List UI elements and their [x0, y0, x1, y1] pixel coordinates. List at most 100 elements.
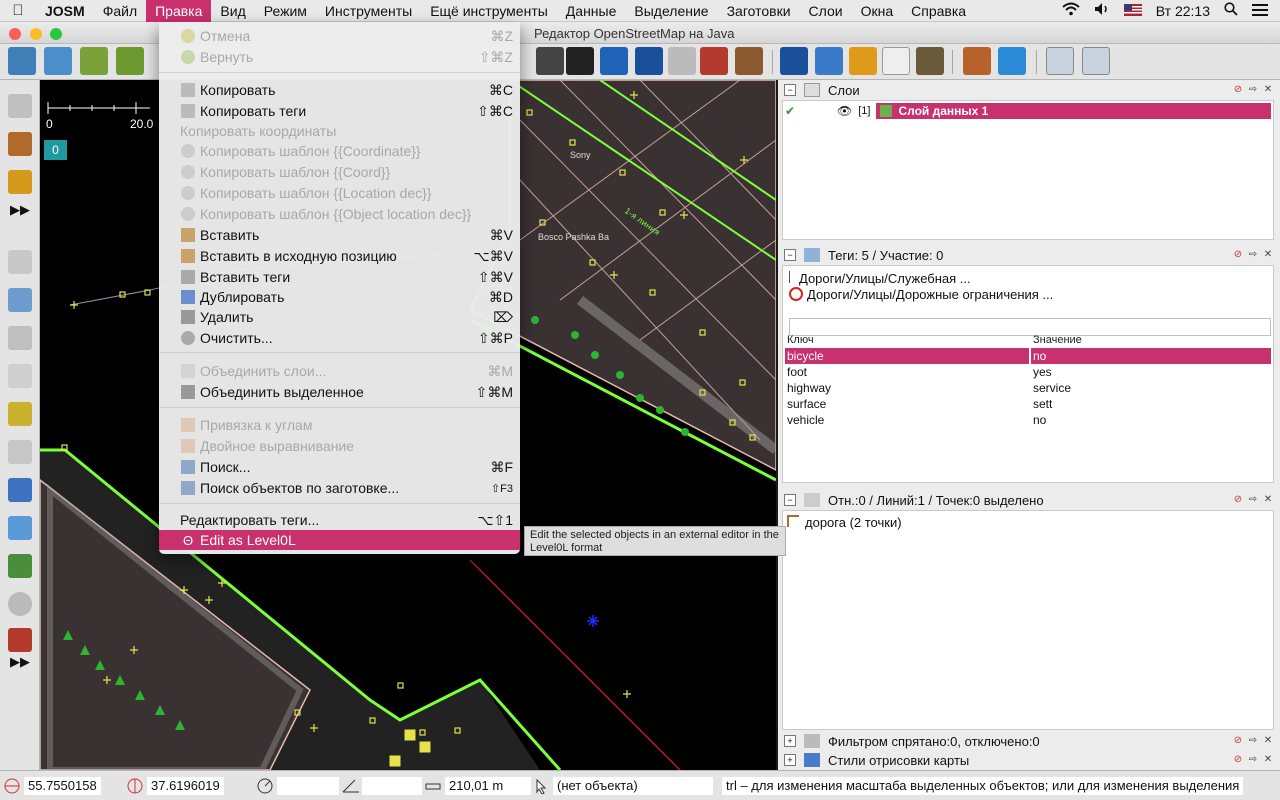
- wikipedia-icon[interactable]: [8, 592, 32, 616]
- close-panel-icon[interactable]: ⊘: [1232, 249, 1244, 261]
- flag-icon[interactable]: [1123, 3, 1142, 19]
- column-key[interactable]: Ключ: [785, 332, 1029, 348]
- menu-layers[interactable]: Слои: [800, 0, 852, 22]
- preset-parking-icon[interactable]: [635, 47, 663, 75]
- map-style-icon[interactable]: [8, 478, 32, 502]
- collapse-toggle-icon[interactable]: −: [784, 249, 796, 261]
- tag-key[interactable]: vehicle: [785, 412, 1029, 428]
- menu-item-copy-template-coord[interactable]: Копировать шаблон {{Coord}}: [159, 162, 520, 182]
- preset-waterway-icon[interactable]: [998, 47, 1026, 75]
- column-value[interactable]: Значение: [1031, 332, 1271, 348]
- menu-mode[interactable]: Режим: [255, 0, 316, 22]
- close-panel-icon[interactable]: ⊘: [1232, 754, 1244, 766]
- download-data-icon[interactable]: [116, 47, 144, 75]
- layer-row[interactable]: ✔ 👁 [1] Слой данных 1: [785, 103, 1271, 119]
- menu-item-snap-corners[interactable]: Привязка к углам: [159, 415, 520, 435]
- notification-center-icon[interactable]: [1252, 3, 1268, 19]
- close-panel-icon[interactable]: ⊘: [1232, 84, 1244, 96]
- detach-panel-icon[interactable]: ⇨: [1247, 735, 1259, 747]
- menu-item-copy-tags[interactable]: Копировать теги ⇧⌘C: [159, 101, 520, 121]
- tag-key[interactable]: bicycle: [785, 348, 1029, 364]
- tags-panel-header[interactable]: − Теги: 5 / Участие: 0 ⊘ ⇨ ✕: [784, 245, 1274, 265]
- detach-panel-icon[interactable]: ⇨: [1247, 494, 1259, 506]
- close-x-icon[interactable]: ✕: [1262, 735, 1274, 747]
- pencil-icon[interactable]: [8, 170, 32, 194]
- table-row[interactable]: foot yes: [785, 364, 1271, 380]
- menu-selection[interactable]: Выделение: [625, 0, 717, 22]
- expand-tools-icon[interactable]: ▶▶: [8, 202, 32, 226]
- lasso-select-icon[interactable]: [8, 94, 32, 118]
- detach-panel-icon[interactable]: ⇨: [1247, 249, 1259, 261]
- filter-panel-header[interactable]: + Фильтром спрятано:0, отключено:0 ⊘ ⇨ ✕: [784, 731, 1274, 751]
- tag-icon[interactable]: [8, 288, 32, 312]
- relation-icon[interactable]: [8, 326, 32, 350]
- menu-presets[interactable]: Заготовки: [718, 0, 800, 22]
- zoom-to-selection-icon[interactable]: [1046, 47, 1074, 75]
- changeset-icon[interactable]: [8, 402, 32, 426]
- menu-help[interactable]: Справка: [902, 0, 975, 22]
- tag-key[interactable]: surface: [785, 396, 1029, 412]
- detach-panel-icon[interactable]: ⇨: [1247, 754, 1259, 766]
- collapse-toggle-icon[interactable]: −: [784, 494, 796, 506]
- layer-active-check-icon[interactable]: ✔: [785, 104, 799, 118]
- menu-item-copy-template-coordinate[interactable]: Копировать шаблон {{Coordinate}}: [159, 141, 520, 161]
- zoom-to-data-icon[interactable]: [1082, 47, 1110, 75]
- table-row[interactable]: surface sett: [785, 396, 1271, 412]
- zoom-window-icon[interactable]: [50, 28, 62, 40]
- notes-icon[interactable]: [8, 516, 32, 540]
- menu-tools[interactable]: Инструменты: [316, 0, 421, 22]
- expand-toggle-icon[interactable]: +: [784, 754, 796, 766]
- menu-item-edit-as-level0l[interactable]: Θ Edit as Level0L: [159, 530, 520, 550]
- close-x-icon[interactable]: ✕: [1262, 494, 1274, 506]
- download-icon[interactable]: [80, 47, 108, 75]
- menu-app[interactable]: JOSM: [36, 0, 94, 22]
- preset-turn-restriction-icon[interactable]: [600, 47, 628, 75]
- menu-more-tools[interactable]: Ещё инструменты: [421, 0, 557, 22]
- table-row[interactable]: vehicle no: [785, 412, 1271, 428]
- save-file-icon[interactable]: [44, 47, 72, 75]
- draw-nodes-icon[interactable]: [8, 132, 32, 156]
- validation-icon[interactable]: [8, 554, 32, 578]
- menu-item-merge-selection[interactable]: Объединить выделенное ⇧⌘M: [159, 382, 520, 402]
- layer-name[interactable]: Слой данных 1: [876, 103, 1271, 119]
- preset-barrier-icon[interactable]: [668, 47, 696, 75]
- menu-item-delete[interactable]: Удалить ⌦: [159, 307, 520, 327]
- collapse-toggle-icon[interactable]: −: [784, 84, 796, 96]
- minimize-window-icon[interactable]: [30, 28, 42, 40]
- menu-data[interactable]: Данные: [557, 0, 626, 22]
- preset-address-icon[interactable]: [780, 47, 808, 75]
- menu-edit[interactable]: Правка: [146, 0, 212, 22]
- preset-link-restrictions[interactable]: Дороги/Улицы/Дорожные ограничения ...: [789, 287, 1053, 302]
- spotlight-search-icon[interactable]: [1224, 2, 1238, 19]
- table-row[interactable]: highway service: [785, 380, 1271, 396]
- close-window-icon[interactable]: [9, 28, 21, 40]
- preset-link-service[interactable]: Дороги/Улицы/Служебная ...: [789, 271, 971, 286]
- menu-item-duplicate[interactable]: Дублировать ⌘D: [159, 287, 520, 307]
- menu-item-search-preset[interactable]: Поиск объектов по заготовке... ⇧F3: [159, 478, 520, 498]
- preset-fence-icon[interactable]: [735, 47, 763, 75]
- menu-item-copy[interactable]: Копировать ⌘C: [159, 80, 520, 100]
- barcode-icon[interactable]: [8, 628, 32, 652]
- preset-railway-icon[interactable]: [566, 47, 594, 75]
- detach-panel-icon[interactable]: ⇨: [1247, 84, 1259, 96]
- preset-industrial-icon[interactable]: [916, 47, 944, 75]
- preset-wall-icon[interactable]: [700, 47, 728, 75]
- tag-key[interactable]: highway: [785, 380, 1029, 396]
- tag-value[interactable]: service: [1031, 380, 1271, 396]
- preset-shop-icon[interactable]: [849, 47, 877, 75]
- close-x-icon[interactable]: ✕: [1262, 754, 1274, 766]
- tag-value[interactable]: yes: [1031, 364, 1271, 380]
- close-panel-icon[interactable]: ⊘: [1232, 494, 1244, 506]
- eye-icon[interactable]: 👁: [837, 104, 852, 118]
- close-panel-icon[interactable]: ⊘: [1232, 735, 1244, 747]
- tag-value[interactable]: sett: [1031, 396, 1271, 412]
- volume-icon[interactable]: [1094, 2, 1110, 19]
- tag-value[interactable]: no: [1031, 348, 1271, 364]
- tag-value[interactable]: no: [1031, 412, 1271, 428]
- wifi-icon[interactable]: [1062, 2, 1080, 19]
- menu-item-undo[interactable]: Отмена ⌘Z: [159, 26, 520, 46]
- selection-list-icon[interactable]: [8, 364, 32, 388]
- menu-item-search[interactable]: Поиск... ⌘F: [159, 457, 520, 477]
- menu-windows[interactable]: Окна: [852, 0, 903, 22]
- menu-item-paste-at-source[interactable]: Вставить в исходную позицию ⌥⌘V: [159, 246, 520, 266]
